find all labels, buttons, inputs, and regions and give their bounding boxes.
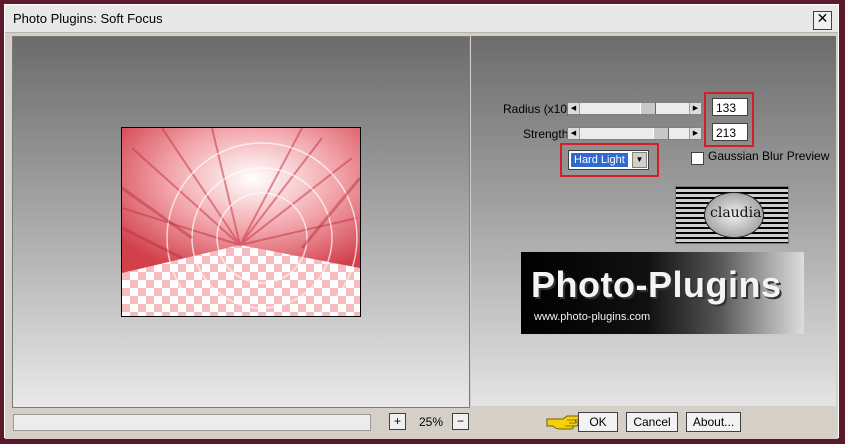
radius-slider-right-arrow-icon[interactable]: ▶ <box>689 103 701 114</box>
gaussian-preview-label: Gaussian Blur Preview <box>708 149 830 163</box>
title-bar: Photo Plugins: Soft Focus ✕ <box>5 5 838 33</box>
value-highlight-box <box>704 92 754 147</box>
strength-slider-left-arrow-icon[interactable]: ◀ <box>568 128 580 139</box>
logo-title: Photo-Plugins <box>531 264 782 305</box>
radius-slider[interactable]: ◀ ▶ <box>567 102 702 115</box>
strength-slider[interactable]: ◀ ▶ <box>567 127 702 140</box>
zoom-out-button[interactable]: − <box>452 413 469 430</box>
zoom-in-button[interactable]: + <box>389 413 406 430</box>
strength-label: Strength <box>523 127 569 141</box>
radius-slider-left-arrow-icon[interactable]: ◀ <box>568 103 580 114</box>
photo-plugins-logo: Photo-Plugins www.photo-plugins.com <box>521 252 804 334</box>
close-icon[interactable]: ✕ <box>813 11 832 30</box>
zoom-level: 25% <box>419 415 444 429</box>
stamp-text: claudia <box>710 205 762 221</box>
radius-slider-thumb[interactable] <box>640 103 656 114</box>
about-button[interactable]: About... <box>686 412 741 432</box>
gaussian-preview-checkbox[interactable] <box>691 152 704 165</box>
ok-button[interactable]: OK <box>578 412 618 432</box>
progress-bar <box>13 414 371 431</box>
logo-url: www.photo-plugins.com <box>534 311 651 323</box>
strength-slider-thumb[interactable] <box>653 128 669 139</box>
radius-label: Radius (x10) <box>503 102 572 116</box>
preview-pane <box>12 36 470 408</box>
preview-image <box>121 127 361 317</box>
plugin-dialog: Photo Plugins: Soft Focus ✕ Radius (x10)… <box>4 4 839 439</box>
strength-slider-right-arrow-icon[interactable]: ▶ <box>689 128 701 139</box>
watermark-stamp: claudia <box>675 186 789 244</box>
cancel-button[interactable]: Cancel <box>626 412 678 432</box>
bottom-bar: + 25% − OK Cancel About... <box>5 408 838 439</box>
window-title: Photo Plugins: Soft Focus <box>13 11 163 26</box>
mode-highlight-box <box>560 143 659 177</box>
controls-pane: Radius (x10) ◀ ▶ 133 Strength ◀ ▶ 213 Ha… <box>471 36 836 406</box>
